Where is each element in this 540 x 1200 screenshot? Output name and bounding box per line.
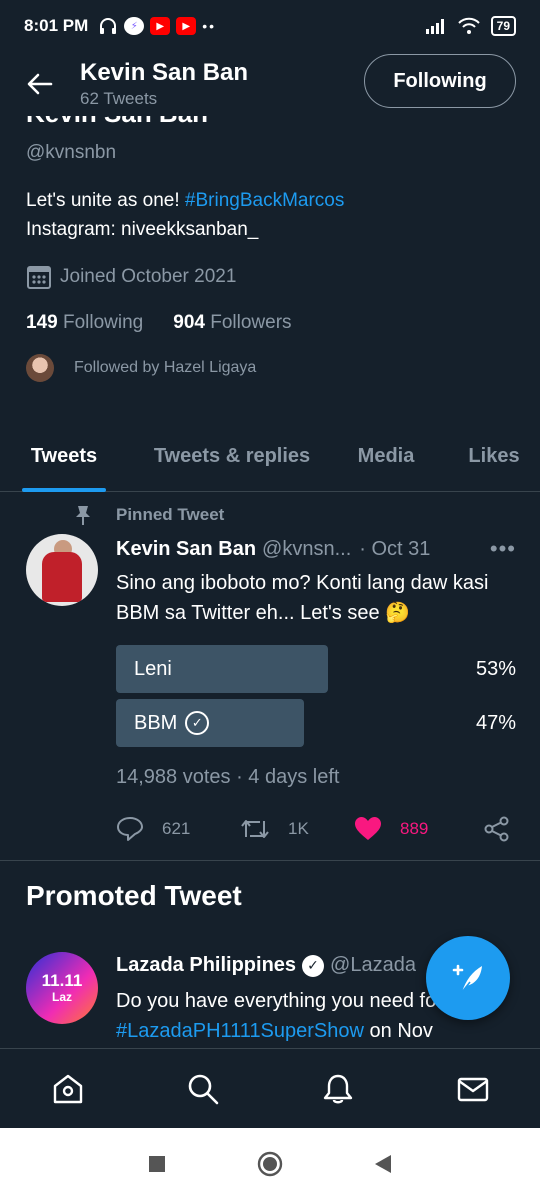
square-icon	[148, 1156, 165, 1172]
calendar-icon	[27, 266, 51, 289]
follower-avatar	[26, 354, 54, 382]
verified-badge-icon: ✓	[302, 954, 325, 977]
more-options-icon[interactable]: •••	[490, 536, 516, 562]
retweet-button[interactable]: 1K	[240, 817, 354, 841]
home-system-button[interactable]	[250, 1144, 290, 1184]
pinned-label: Pinned Tweet	[116, 505, 225, 524]
circle-home-icon	[257, 1151, 283, 1177]
follow-stats: 149 Following 904 Followers	[26, 312, 292, 334]
status-bar: 8:01 PM ⚡ ▶ ▶ •• 79	[0, 0, 540, 52]
signal-icon	[425, 19, 444, 34]
avatar-big-text: 11.11	[41, 971, 83, 990]
nav-search[interactable]	[173, 1059, 233, 1119]
compose-tweet-button[interactable]	[426, 936, 510, 1020]
following-label: Following	[62, 312, 144, 333]
back-button[interactable]	[0, 56, 80, 112]
status-time: 8:01 PM	[24, 16, 89, 35]
compose-feather-icon	[452, 964, 482, 993]
reply-button[interactable]: 621	[116, 816, 240, 842]
profile-top-bar: Kevin San Ban 62 Tweets Following	[0, 52, 540, 116]
back-arrow-icon	[27, 73, 53, 95]
reply-icon	[117, 817, 143, 841]
profile-tabs: Tweets Tweets & replies Media Likes	[0, 420, 540, 492]
nav-home[interactable]	[38, 1059, 98, 1119]
poll-option-bbm: BBM ✓ 47%	[116, 699, 516, 747]
promoted-author-name[interactable]: Lazada Philippines	[116, 954, 296, 977]
avatar-small-text: Laz	[51, 990, 72, 1004]
promoted-tweet-header: Lazada Philippines ✓ @Lazada	[116, 954, 416, 977]
poll-option-percent: 47%	[475, 712, 516, 734]
promoted-section-title: Promoted Tweet	[26, 880, 242, 911]
tweet-text: Sino ang iboboto mo? Konti lang daw kasi…	[116, 572, 489, 624]
retweet-count: 1K	[288, 819, 309, 838]
tab-tweets[interactable]: Tweets	[22, 420, 106, 492]
recent-apps-button[interactable]	[137, 1144, 177, 1184]
headphones-icon	[100, 18, 117, 34]
notification-icons: ⚡ ▶ ▶ ••	[98, 17, 216, 35]
tweet-date: · Oct 31	[359, 537, 431, 560]
lazada-avatar[interactable]: 11.11 Laz	[26, 952, 98, 1024]
followers-stat[interactable]: 904 Followers	[173, 312, 291, 334]
following-stat[interactable]: 149 Following	[26, 312, 143, 334]
system-navigation-bar	[0, 1128, 540, 1200]
mail-icon	[457, 1077, 488, 1101]
bio-text: Let's unite as one!	[26, 190, 185, 211]
nav-messages[interactable]	[443, 1059, 503, 1119]
tweet-author-handle: @kvnsn...	[262, 537, 352, 560]
share-button[interactable]	[484, 816, 510, 842]
home-icon	[53, 1074, 82, 1103]
profile-bio: Let's unite as one! #BringBackMarcos Ins…	[26, 186, 344, 244]
tweet-author-name[interactable]: Kevin San Ban	[116, 538, 256, 561]
triangle-back-icon	[375, 1155, 392, 1173]
followers-label: Followers	[210, 312, 292, 333]
youtube-icon-2: ▶	[176, 17, 197, 35]
joined-text: Joined October 2021	[60, 266, 237, 287]
back-system-button[interactable]	[363, 1144, 403, 1184]
bell-icon	[323, 1074, 352, 1103]
poll-option-label: BBM	[134, 712, 178, 734]
bottom-navigation	[0, 1048, 540, 1128]
bio-hashtag-link[interactable]: #BringBackMarcos	[185, 190, 344, 211]
more-notifications-icon: ••	[202, 18, 217, 34]
tab-likes[interactable]: Likes	[466, 420, 522, 492]
wifi-icon	[457, 17, 480, 34]
poll-option-leni: Leni 53%	[116, 645, 516, 693]
reply-count: 621	[162, 819, 191, 838]
followers-count: 904	[173, 312, 205, 333]
tweet-actions: 621 1K 889	[116, 812, 516, 846]
promoted-hashtag-link[interactable]: #LazadaPH1111SuperShow	[116, 1020, 364, 1042]
promoted-text-part1: Do you have everything you need for the	[116, 990, 477, 1012]
like-count: 889	[400, 819, 429, 838]
bio-instagram: Instagram: niveekksanban_	[26, 219, 259, 240]
tweet-header: Kevin San Ban @kvnsn... · Oct 31 •••	[116, 536, 516, 562]
heart-icon	[355, 817, 381, 840]
poll-option-label: Leni	[134, 658, 172, 680]
poll-option-percent: 53%	[475, 658, 516, 680]
retweet-icon	[241, 820, 269, 838]
author-avatar[interactable]	[26, 534, 98, 606]
pinned-indicator: Pinned Tweet	[74, 504, 224, 526]
search-icon	[188, 1074, 218, 1104]
tab-tweets-replies[interactable]: Tweets & replies	[148, 420, 316, 492]
share-icon	[484, 816, 509, 842]
nav-notifications[interactable]	[308, 1059, 368, 1119]
poll-meta: 14,988 votes · 4 days left	[116, 766, 340, 788]
followed-by-row[interactable]: Followed by Hazel Ligaya	[26, 354, 256, 382]
section-divider	[0, 860, 540, 861]
battery-indicator: 79	[490, 16, 516, 36]
promoted-author-handle: @Lazada	[330, 954, 416, 976]
joined-date: Joined October 2021	[26, 264, 236, 290]
voted-check-icon: ✓	[185, 711, 210, 735]
tab-media[interactable]: Media	[354, 420, 418, 492]
pin-icon	[76, 506, 90, 525]
youtube-icon: ▶	[150, 17, 171, 35]
like-button[interactable]: 889	[354, 816, 484, 842]
profile-handle: @kvnsnbn	[26, 142, 117, 163]
following-count: 149	[26, 312, 58, 333]
following-button[interactable]: Following	[364, 54, 516, 108]
followed-by-text: Followed by Hazel Ligaya	[74, 359, 257, 376]
promoted-text-part2: on Nov	[363, 1020, 433, 1042]
messenger-icon: ⚡	[124, 17, 145, 35]
